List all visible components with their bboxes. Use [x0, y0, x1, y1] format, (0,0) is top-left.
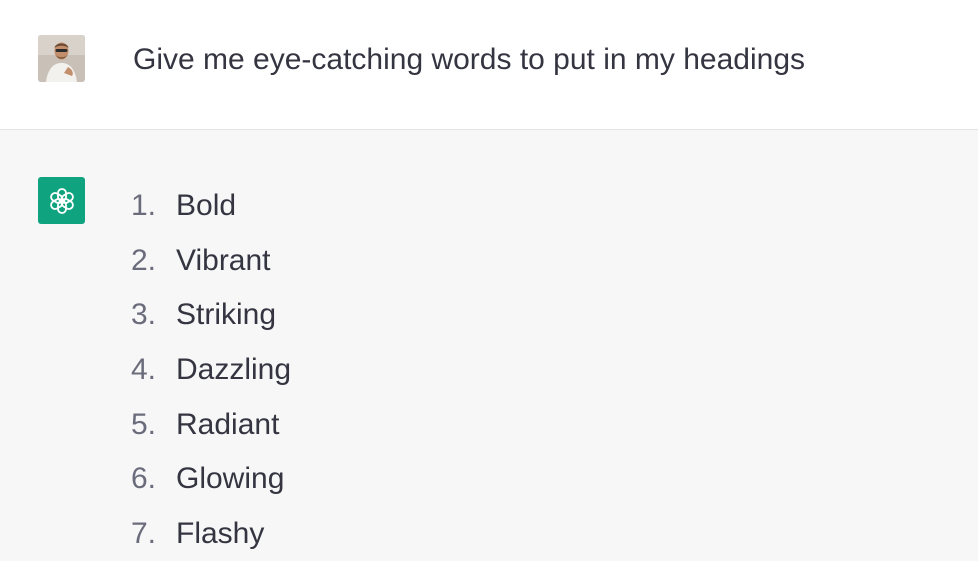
user-photo-icon	[38, 35, 85, 82]
user-message-row: Give me eye-catching words to put in my …	[0, 0, 978, 130]
list-item-text: Glowing	[176, 462, 285, 496]
user-avatar	[38, 35, 85, 82]
list-item-number: 2.	[130, 243, 156, 277]
list-item-text: Dazzling	[176, 353, 292, 387]
list-item-text: Flashy	[176, 517, 265, 551]
list-item-number: 3.	[130, 298, 156, 332]
list-item-number: 5.	[130, 407, 156, 441]
assistant-message-row: 1. Bold 2. Vibrant 3. Striking 4. Dazzli…	[0, 130, 978, 561]
list-item-text: Vibrant	[176, 243, 271, 277]
openai-logo-icon	[49, 187, 74, 214]
user-message-text: Give me eye-catching words to put in my …	[133, 43, 805, 76]
list-item-number: 7.	[130, 517, 156, 551]
list-item-number: 6.	[130, 462, 156, 496]
assistant-avatar	[38, 177, 85, 224]
list-item-number: 1.	[130, 189, 156, 222]
list-item-text: Striking	[176, 298, 277, 332]
list-item-text: Radiant	[176, 407, 280, 441]
list-item-number: 4.	[130, 353, 156, 387]
list-item-text: Bold	[176, 189, 237, 222]
